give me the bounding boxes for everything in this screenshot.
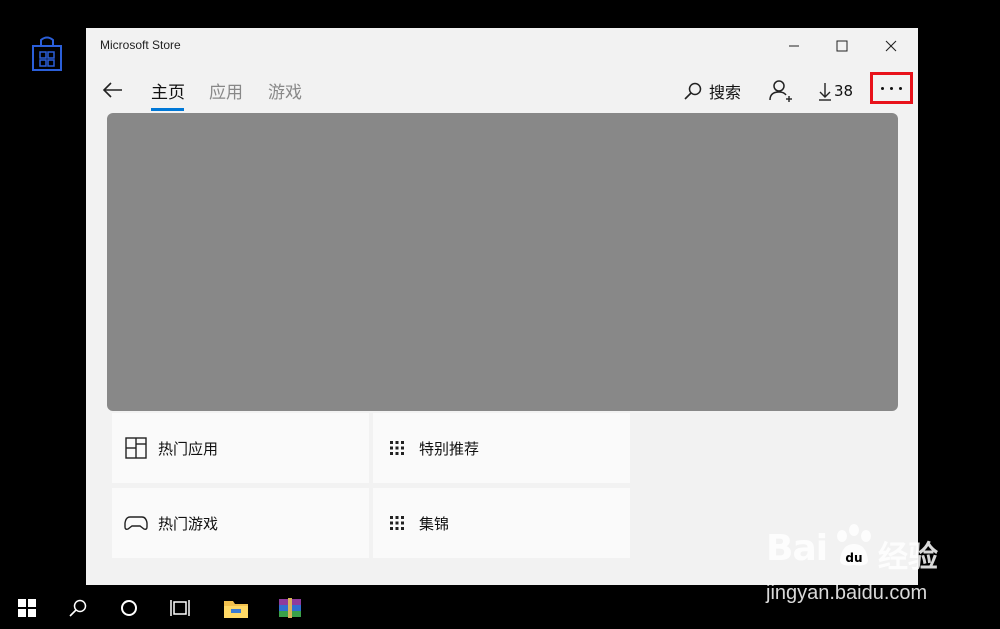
tile-featured[interactable]: 特别推荐 <box>373 413 630 483</box>
start-button[interactable] <box>14 595 40 621</box>
winrar-button[interactable] <box>277 595 303 621</box>
add-user-icon <box>769 80 792 102</box>
folder-icon <box>224 601 248 618</box>
taskbar-search-button[interactable] <box>65 595 91 621</box>
cortana-button[interactable] <box>116 595 142 621</box>
download-icon <box>819 83 831 101</box>
archive-icon <box>279 598 301 618</box>
tile-label: 热门游戏 <box>158 514 219 533</box>
tile-label: 集锦 <box>419 514 450 533</box>
cortana-circle-icon <box>121 600 137 616</box>
tile-top-games[interactable]: 热门游戏 <box>112 488 369 558</box>
watermark-brand: Bai <box>766 528 828 569</box>
paw-logo-icon: du <box>837 524 871 566</box>
window-title: Microsoft Store <box>100 38 181 52</box>
search-label: 搜索 <box>709 83 742 102</box>
desktop: Microsoft Store 主页 应用 游戏 搜索 38 热门应用 特别推荐… <box>0 0 1000 629</box>
maximize-icon <box>836 40 848 52</box>
watermark-brand-cn: 经验 <box>878 540 938 575</box>
store-window: Microsoft Store 主页 应用 游戏 搜索 38 热门应用 特别推荐… <box>86 28 918 585</box>
hero-banner[interactable] <box>107 113 898 411</box>
watermark-url: jingyan.baidu.com <box>766 582 928 604</box>
tile-top-apps[interactable]: 热门应用 <box>112 413 369 483</box>
close-button[interactable] <box>867 28 915 64</box>
tab-home[interactable]: 主页 <box>151 78 185 103</box>
back-arrow-icon <box>102 82 122 98</box>
downloads-button[interactable]: 38 <box>817 76 853 106</box>
layout-icon <box>124 436 148 460</box>
downloads-count: 38 <box>834 82 854 100</box>
grid-icon <box>385 511 409 535</box>
task-view-button[interactable] <box>167 595 193 621</box>
close-icon <box>885 40 897 52</box>
nav-bar: 主页 应用 游戏 搜索 38 <box>86 72 918 112</box>
baidu-watermark: Bai du 经验 jingyan.baidu.com <box>766 520 948 612</box>
back-button[interactable] <box>100 78 126 102</box>
maximize-button[interactable] <box>818 28 866 64</box>
tab-games[interactable]: 游戏 <box>268 78 302 103</box>
gamepad-icon <box>124 511 148 535</box>
tile-collections[interactable]: 集锦 <box>373 488 630 558</box>
search-icon <box>69 599 87 617</box>
active-tab-indicator <box>151 108 184 111</box>
file-explorer-button[interactable] <box>223 595 249 621</box>
title-bar[interactable]: Microsoft Store <box>86 28 918 64</box>
more-options-button[interactable] <box>870 72 913 104</box>
svg-text:du: du <box>845 551 862 565</box>
minimize-button[interactable] <box>770 28 818 64</box>
windows-logo-icon <box>18 599 36 617</box>
task-view-icon <box>170 600 190 616</box>
search-icon <box>684 82 702 100</box>
tile-label: 特别推荐 <box>419 439 480 458</box>
ellipsis-icon <box>878 86 905 90</box>
account-button[interactable] <box>768 76 794 106</box>
minimize-icon <box>789 45 799 47</box>
tile-label: 热门应用 <box>158 439 219 458</box>
tab-apps[interactable]: 应用 <box>209 78 243 103</box>
search-button[interactable]: 搜索 <box>683 76 741 106</box>
store-desktop-icon[interactable] <box>28 34 66 74</box>
grid-icon <box>385 436 409 460</box>
